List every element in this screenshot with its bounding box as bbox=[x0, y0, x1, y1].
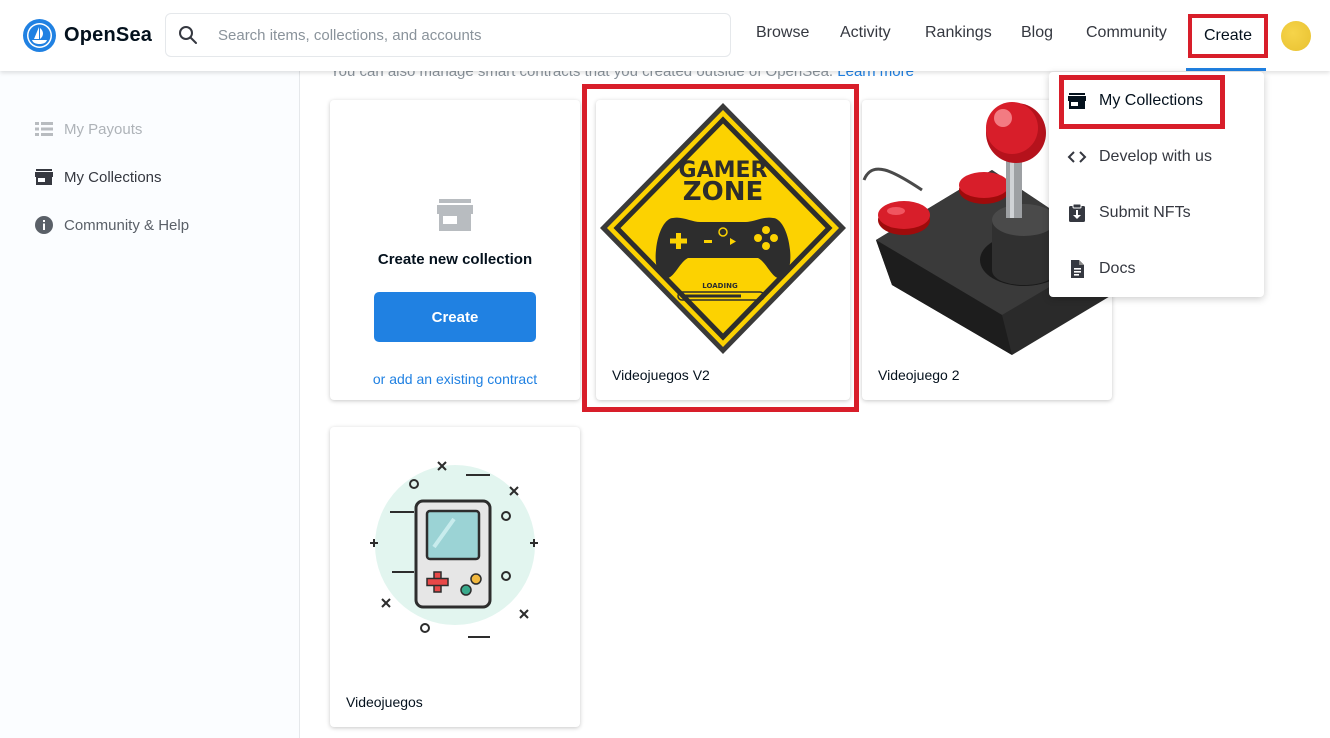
learn-more-link[interactable]: Learn more bbox=[837, 71, 914, 80]
menu-item-develop-with-us[interactable]: Develop with us bbox=[1067, 147, 1212, 167]
clipboard-download-icon bbox=[1069, 203, 1085, 222]
nav-active-indicator bbox=[1186, 68, 1266, 71]
nav-rankings[interactable]: Rankings bbox=[925, 24, 992, 42]
collection-name: Videojuegos bbox=[346, 694, 423, 710]
sidebar-item-community-help[interactable]: Community & Help bbox=[34, 215, 189, 235]
menu-item-submit-nfts[interactable]: Submit NFTs bbox=[1067, 203, 1191, 223]
info-icon bbox=[35, 216, 53, 234]
nav-community[interactable]: Community bbox=[1086, 24, 1167, 42]
menu-item-my-collections[interactable]: My Collections bbox=[1067, 91, 1203, 111]
search-input[interactable] bbox=[216, 25, 730, 45]
zone-text: ZONE bbox=[683, 177, 763, 207]
document-icon bbox=[1071, 260, 1084, 278]
gamer-zone-sign-image: GAMER ZONE LOADING bbox=[600, 103, 846, 354]
sidebar-item-label: My Payouts bbox=[64, 120, 143, 138]
store-icon bbox=[1068, 93, 1086, 109]
collection-card-videojuegos[interactable]: Videojuegos bbox=[330, 427, 580, 727]
create-collection-title: Create new collection bbox=[377, 251, 533, 268]
menu-item-label: Develop with us bbox=[1099, 148, 1212, 165]
sidebar-item-label: My Collections bbox=[64, 168, 162, 186]
menu-item-docs[interactable]: Docs bbox=[1067, 259, 1135, 279]
avatar[interactable] bbox=[1281, 21, 1311, 51]
collection-name: Videojuegos V2 bbox=[612, 367, 710, 383]
search-bar[interactable] bbox=[165, 13, 731, 57]
gameboy-image bbox=[370, 461, 538, 638]
nav-blog[interactable]: Blog bbox=[1021, 24, 1053, 42]
menu-item-label: My Collections bbox=[1099, 92, 1204, 109]
nav-create[interactable]: Create bbox=[1188, 14, 1268, 58]
create-collection-button[interactable]: Create bbox=[374, 292, 536, 342]
code-icon bbox=[1067, 151, 1087, 163]
sidebar-item-my-collections[interactable]: My Collections bbox=[34, 167, 162, 187]
collection-card-videojuegos-v2[interactable]: GAMER ZONE LOADING Videojuegos V2 bbox=[596, 100, 850, 400]
list-icon bbox=[35, 122, 53, 136]
nav-browse[interactable]: Browse bbox=[756, 24, 809, 42]
menu-item-label: Submit NFTs bbox=[1099, 204, 1191, 221]
sidebar: My Payouts My Collections Community & He… bbox=[0, 71, 300, 738]
manage-contracts-text: You can also manage smart contracts that… bbox=[330, 71, 914, 80]
store-icon bbox=[437, 199, 473, 231]
menu-item-label: Docs bbox=[1099, 260, 1136, 277]
sidebar-item-my-payouts[interactable]: My Payouts bbox=[34, 119, 142, 139]
search-icon bbox=[179, 26, 197, 44]
create-collection-card: Create new collection Create or add an e… bbox=[330, 100, 580, 400]
opensea-logo[interactable]: OpenSea bbox=[23, 19, 152, 52]
nav-activity[interactable]: Activity bbox=[840, 24, 891, 42]
nav-create-label: Create bbox=[1203, 27, 1253, 44]
logo-text: OpenSea bbox=[64, 24, 153, 46]
opensea-logo-icon bbox=[23, 19, 56, 52]
sidebar-item-label: Community & Help bbox=[64, 216, 190, 234]
store-icon bbox=[35, 169, 53, 185]
create-dropdown-menu: My Collections Develop with us Submit NF… bbox=[1049, 72, 1264, 297]
collection-name: Videojuego 2 bbox=[878, 367, 960, 383]
top-navbar: OpenSea Browse Activity Rankings Blog Co… bbox=[0, 0, 1330, 71]
loading-text: LOADING bbox=[702, 282, 738, 290]
add-existing-contract-link[interactable]: or add an existing contract bbox=[330, 371, 580, 387]
